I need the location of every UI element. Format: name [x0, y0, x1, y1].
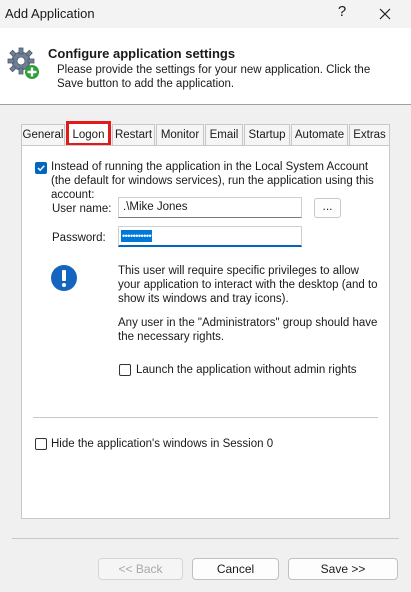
- window-title: Add Application: [5, 6, 95, 21]
- close-icon: [379, 8, 391, 20]
- header-description: Please provide the settings for your new…: [57, 64, 371, 90]
- launch-without-admin-checkbox[interactable]: [119, 364, 131, 376]
- title-bar: Add Application ?: [0, 0, 411, 28]
- logon-tab-panel: Instead of running the application in th…: [21, 145, 390, 519]
- password-label: Password:: [52, 232, 106, 244]
- info-icon: [51, 265, 77, 291]
- hide-windows-checkbox[interactable]: [35, 438, 47, 450]
- footer-divider: [12, 538, 399, 539]
- tab-email[interactable]: Email: [205, 124, 243, 145]
- dialog-header: Configure application settings Please pr…: [0, 28, 411, 105]
- run-as-account-label: Instead of running the application in th…: [51, 161, 374, 201]
- header-title: Configure application settings: [48, 46, 236, 61]
- hide-windows-label: Hide the application's windows in Sessio…: [51, 438, 274, 450]
- browse-user-button[interactable]: ...: [314, 198, 341, 218]
- tab-monitor[interactable]: Monitor: [156, 124, 204, 145]
- back-button[interactable]: << Back: [98, 558, 183, 580]
- tab-extras[interactable]: Extras: [349, 124, 390, 145]
- tab-restart[interactable]: Restart: [112, 124, 155, 145]
- user-name-label: User name:: [52, 203, 112, 215]
- launch-without-admin-label: Launch the application without admin rig…: [136, 364, 357, 376]
- password-input[interactable]: •••••••••••: [118, 226, 302, 247]
- tab-general[interactable]: General: [21, 124, 65, 145]
- close-button[interactable]: [372, 4, 398, 24]
- panel-divider: [33, 417, 378, 418]
- run-as-account-checkbox[interactable]: [35, 162, 47, 174]
- gear-add-icon: [7, 47, 39, 79]
- help-button[interactable]: ?: [334, 3, 350, 23]
- cancel-button[interactable]: Cancel: [192, 558, 279, 580]
- password-mask: •••••••••••: [121, 230, 153, 242]
- save-button[interactable]: Save >>: [288, 558, 398, 580]
- administrators-info-text: Any user in the "Administrators" group s…: [118, 317, 378, 343]
- privileges-info-text: This user will require specific privileg…: [118, 265, 378, 305]
- tab-startup[interactable]: Startup: [244, 124, 290, 145]
- tab-logon[interactable]: Logon: [66, 121, 111, 146]
- user-name-input[interactable]: .\Mike Jones: [118, 197, 302, 218]
- checkmark-icon: [37, 165, 45, 172]
- tab-automate[interactable]: Automate: [291, 124, 348, 145]
